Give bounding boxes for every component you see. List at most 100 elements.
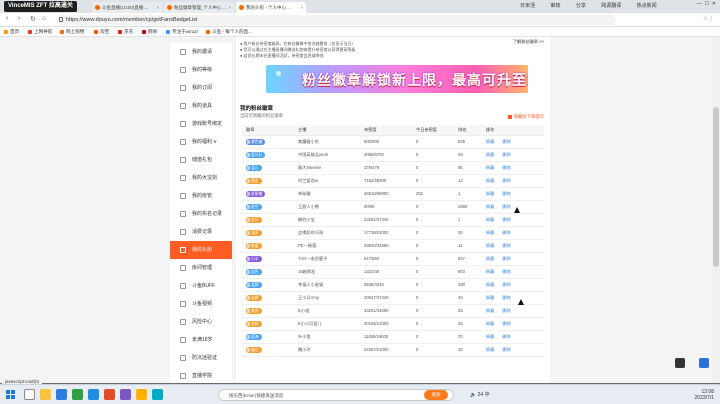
scrollbar-thumb[interactable] xyxy=(713,107,719,267)
anchor-cell[interactable]: 魏小玲 xyxy=(294,343,360,357)
sidebar-item[interactable]: 游戏账号绑定 xyxy=(170,115,232,133)
close-tab-icon[interactable]: × xyxy=(300,2,303,13)
delete-link[interactable]: 删除 xyxy=(502,295,510,300)
delete-link[interactable]: 删除 xyxy=(502,321,510,326)
wear-link[interactable]: 佩戴 xyxy=(486,334,494,339)
anchor-cell[interactable]: 会喝奶的马驹 xyxy=(294,226,360,240)
sidebar-item[interactable]: 我的实名记录 xyxy=(170,205,232,223)
desktop-shortcut[interactable]: 互动 xyxy=(670,358,690,380)
delete-link[interactable]: 删除 xyxy=(502,347,510,352)
bookmark-item[interactable]: 淘宝 xyxy=(94,27,109,37)
sidebar-item-active[interactable]: 我的头衔 xyxy=(170,241,232,259)
wear-link[interactable]: 佩戴 xyxy=(486,269,494,274)
bookmark-item[interactable]: 专注于win10 xyxy=(166,27,198,37)
browser-tab[interactable]: 粉丝徽章管理_个人中心 ... × xyxy=(164,2,234,13)
anchor-cell[interactable]: 猿大Sweetie xyxy=(294,161,360,175)
delete-link[interactable]: 删除 xyxy=(502,191,510,196)
bookmark-item[interactable]: 京东 xyxy=(118,27,133,37)
bookmark-item[interactable]: 上网导航 xyxy=(28,27,52,37)
wear-link[interactable]: 佩戴 xyxy=(486,347,494,352)
speaker-icon[interactable]: 🔈 xyxy=(470,392,476,398)
delete-link[interactable]: 删除 xyxy=(502,269,510,274)
anchor-cell[interactable]: 神秘徽 xyxy=(294,187,360,201)
anchor-cell[interactable]: 中国英雄吴yeah xyxy=(294,148,360,162)
wear-link[interactable]: 佩戴 xyxy=(486,230,494,235)
sidebar-item[interactable]: 我的道具 xyxy=(170,97,232,115)
anchor-cell[interactable]: 幸福人小老猫 xyxy=(294,278,360,292)
close-tab-icon[interactable]: × xyxy=(156,2,159,13)
app-icon[interactable] xyxy=(120,389,131,400)
bookmark-item[interactable]: 网上购物 xyxy=(60,27,84,37)
anchor-cell[interactable]: 王小兵Amy xyxy=(294,291,360,305)
delete-link[interactable]: 删除 xyxy=(502,256,510,261)
drop-alert-checkbox[interactable]: 佩戴房下降提示 xyxy=(507,114,544,120)
url-field[interactable]: https://www.douyu.com/member/cp/getFansB… xyxy=(56,15,616,25)
back-icon[interactable]: ‹ xyxy=(6,15,8,22)
top-tool[interactable]: 跨源翻译 xyxy=(601,3,621,9)
taskbar-search-input[interactable]: 搜东西(Enter)快捷发送消息 xyxy=(218,389,454,401)
delete-link[interactable]: 删除 xyxy=(502,282,510,287)
sidebar-item[interactable]: 我的福利 ∨ xyxy=(170,133,232,151)
browser-icon[interactable] xyxy=(88,389,99,400)
sidebar-item[interactable]: 储值礼包 xyxy=(170,151,232,169)
top-tool[interactable]: 热点新闻 xyxy=(637,3,657,9)
sidebar-item[interactable]: 消费记录 xyxy=(170,223,232,241)
wear-link[interactable]: 佩戴 xyxy=(486,282,494,287)
wear-link[interactable]: 佩戴 xyxy=(486,217,494,222)
delete-link[interactable]: 删除 xyxy=(502,230,510,235)
bookmark-item[interactable]: 斗鱼 - 每个人的直... xyxy=(206,27,252,37)
close-tab-icon[interactable]: × xyxy=(228,2,231,13)
bookmark-item[interactable]: 首页 xyxy=(4,27,19,37)
top-tool[interactable]: 审核 xyxy=(550,3,560,9)
app-icon[interactable] xyxy=(104,389,115,400)
wear-link[interactable]: 佩戴 xyxy=(486,165,494,170)
wear-link[interactable]: 佩戴 xyxy=(486,178,494,183)
wear-link[interactable]: 佩戴 xyxy=(486,308,494,313)
wear-link[interactable]: 佩戴 xyxy=(486,191,494,196)
anchor-cell[interactable]: TAO一老虎鹿子 xyxy=(294,252,360,266)
forward-icon[interactable]: › xyxy=(18,15,20,22)
bookmark-item[interactable]: 网易 xyxy=(142,27,157,37)
anchor-cell[interactable]: PE一稀落 xyxy=(294,239,360,253)
top-tool[interactable]: 日米活 xyxy=(520,3,535,9)
delete-link[interactable]: 删除 xyxy=(502,178,510,183)
sidebar-item[interactable]: 斗鱼视频 xyxy=(170,295,232,313)
sidebar-item[interactable]: 我的订阅 xyxy=(170,79,232,97)
task-view-icon[interactable] xyxy=(24,389,35,400)
sidebar-item[interactable]: 防沉迷验证 xyxy=(170,349,232,367)
sidebar-item[interactable]: 我的大宝剑 xyxy=(170,169,232,187)
maximize-icon[interactable]: ☐ xyxy=(705,1,709,7)
minimize-icon[interactable]: — xyxy=(697,1,702,7)
anchor-cell[interactable]: 王超人小熊 xyxy=(294,200,360,214)
wear-link[interactable]: 佩戴 xyxy=(486,204,494,209)
ime-indicator[interactable]: 中 xyxy=(485,392,490,398)
reload-icon[interactable]: ↻ xyxy=(30,15,36,23)
page-scrollbar[interactable] xyxy=(712,37,720,383)
desktop-shortcut[interactable]: 钉钉 xyxy=(694,358,714,380)
promo-banner[interactable]: 粉丝徽章解锁新上限，最高可升至50级 xyxy=(266,65,528,93)
taskbar-search-button[interactable]: 搜索 xyxy=(424,390,448,400)
sidebar-item[interactable]: 房间管理 xyxy=(170,259,232,277)
app-icon[interactable] xyxy=(72,389,83,400)
delete-link[interactable]: 删除 xyxy=(502,165,510,170)
wear-link[interactable]: 佩戴 xyxy=(486,243,494,248)
delete-link[interactable]: 删除 xyxy=(502,152,510,157)
delete-link[interactable]: 删除 xyxy=(502,204,510,209)
top-tool[interactable]: 分享 xyxy=(576,3,586,9)
delete-link[interactable]: 删除 xyxy=(502,139,510,144)
clock[interactable]: 12:08 2023/7/1 xyxy=(695,389,714,401)
wear-link[interactable]: 佩戴 xyxy=(486,256,494,261)
file-explorer-icon[interactable] xyxy=(40,389,51,400)
delete-link[interactable]: 删除 xyxy=(502,243,510,248)
sidebar-item[interactable]: 我的等级 xyxy=(170,61,232,79)
wear-link[interactable]: 佩戴 xyxy=(486,321,494,326)
app-icon[interactable] xyxy=(136,389,147,400)
sidebar-item[interactable]: 未满18岁 xyxy=(170,331,232,349)
wear-link[interactable]: 佩戴 xyxy=(486,295,494,300)
anchor-cell[interactable]: 16越啊发 xyxy=(294,265,360,279)
wear-link[interactable]: 佩戴 xyxy=(486,139,494,144)
sidebar-item[interactable]: 我的邀请 xyxy=(170,43,232,61)
anchor-cell[interactable]: 叶小雪 xyxy=(294,330,360,344)
edge-icon[interactable] xyxy=(56,389,67,400)
delete-link[interactable]: 删除 xyxy=(502,334,510,339)
